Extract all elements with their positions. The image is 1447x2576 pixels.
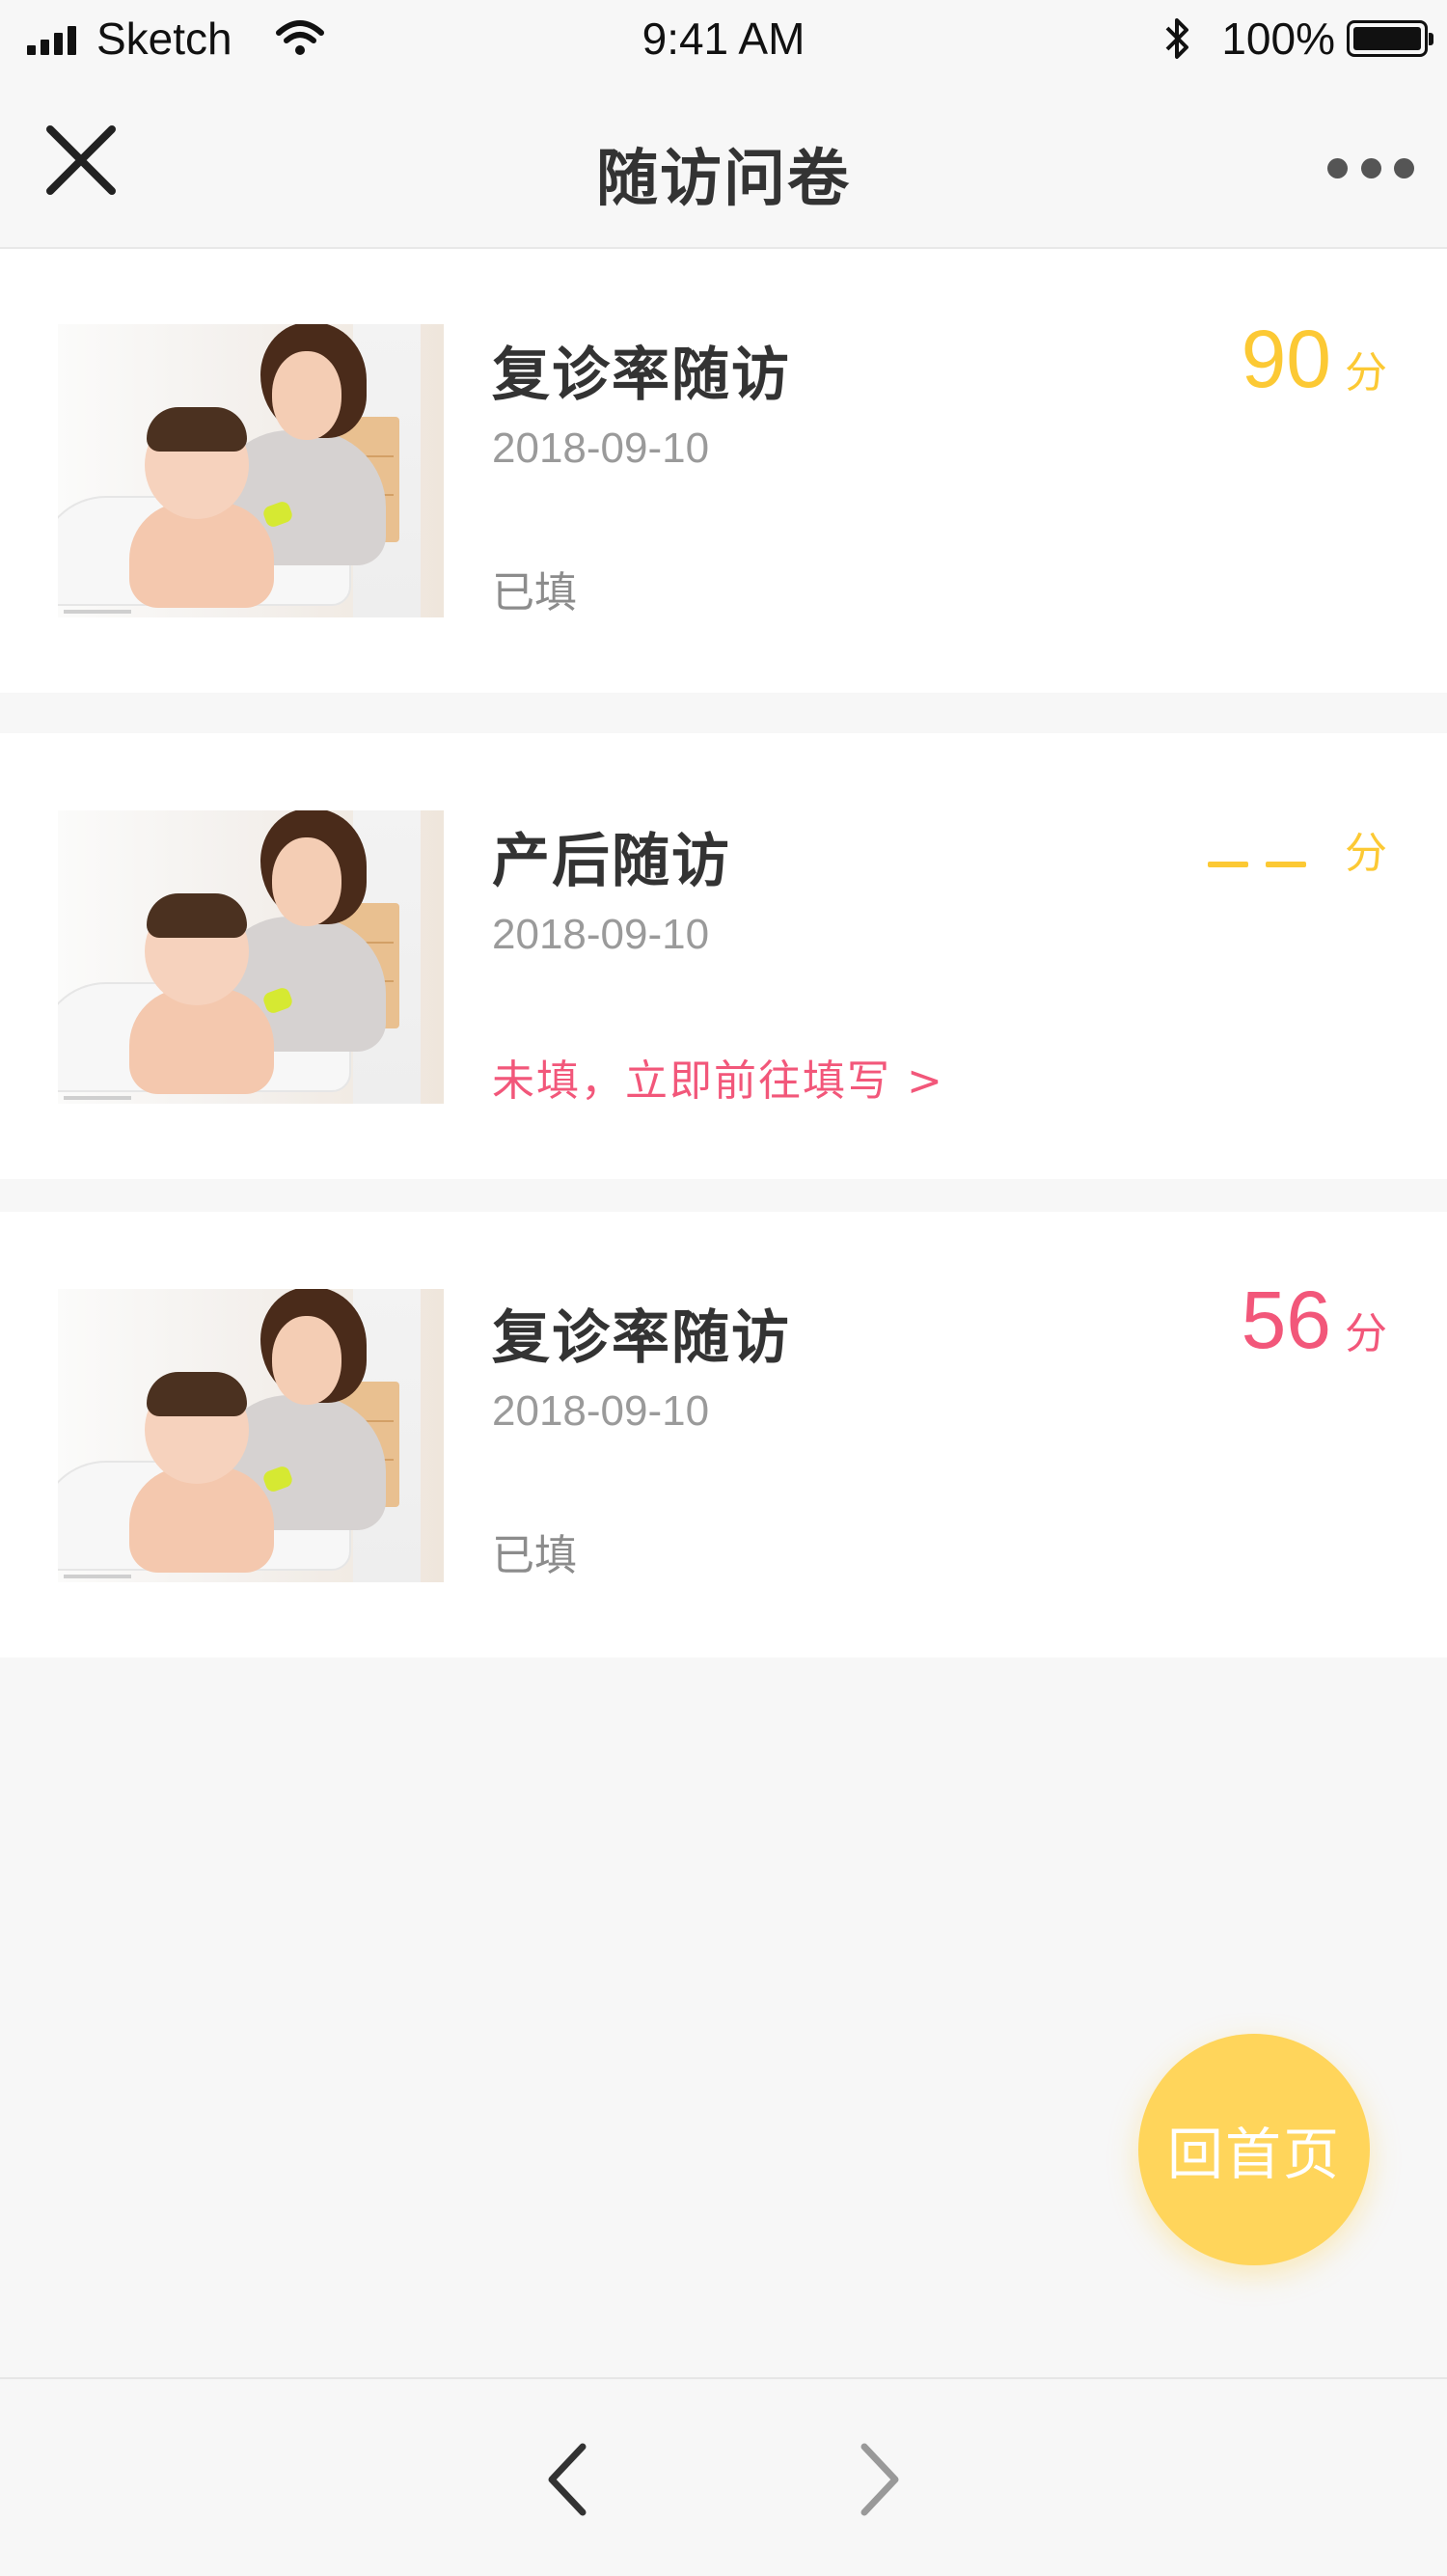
- score-value: 56: [1241, 1274, 1331, 1365]
- chevron-right-icon[interactable]: [849, 2441, 907, 2518]
- score-unit: 分: [1345, 829, 1387, 878]
- no-score-dashes: [1208, 836, 1324, 893]
- chevron-left-icon[interactable]: [540, 2441, 598, 2518]
- battery-icon: [1347, 20, 1433, 57]
- survey-status: 已填: [492, 1531, 577, 1580]
- bluetooth-icon: [1165, 18, 1189, 59]
- battery-percent: 100%: [1221, 14, 1335, 64]
- nav-bar: 随访问卷: [0, 77, 1447, 249]
- survey-date: 2018-09-10: [492, 425, 710, 472]
- mother-baby-photo: [58, 1289, 444, 1582]
- status-bar: Sketch 9:41 AM 100%: [0, 0, 1447, 77]
- score-unit: 分: [1345, 1309, 1387, 1358]
- survey-date: 2018-09-10: [492, 911, 710, 958]
- more-icon[interactable]: [1327, 154, 1414, 181]
- survey-score: 56 分: [1242, 1274, 1387, 1367]
- survey-title: 产后随访: [492, 828, 731, 895]
- survey-date: 2018-09-10: [492, 1387, 710, 1435]
- score-unit: 分: [1345, 348, 1387, 397]
- status-right: 100%: [1163, 12, 1433, 66]
- survey-title: 复诊率随访: [492, 1304, 791, 1372]
- list-item[interactable]: 复诊率随访 2018-09-10 已填 90 分: [0, 249, 1447, 693]
- survey-score: 分: [1208, 818, 1387, 893]
- back-home-button[interactable]: 回首页: [1138, 2034, 1370, 2265]
- list-item[interactable]: 复诊率随访 2018-09-10 已填 56 分: [0, 1212, 1447, 1658]
- mother-baby-photo: [58, 810, 444, 1104]
- survey-score: 90 分: [1242, 313, 1387, 406]
- fill-now-link[interactable]: 未填，立即前往填写 >: [492, 1046, 944, 1108]
- page-title: 随访问卷: [596, 144, 851, 215]
- list-item[interactable]: 产后随访 2018-09-10 未填，立即前往填写 > 分: [0, 733, 1447, 1179]
- survey-status: 已填: [492, 568, 577, 617]
- survey-title: 复诊率随访: [492, 342, 791, 409]
- score-value: 90: [1241, 314, 1331, 404]
- bottom-nav-bar: [0, 2377, 1447, 2576]
- mother-baby-photo: [58, 324, 444, 617]
